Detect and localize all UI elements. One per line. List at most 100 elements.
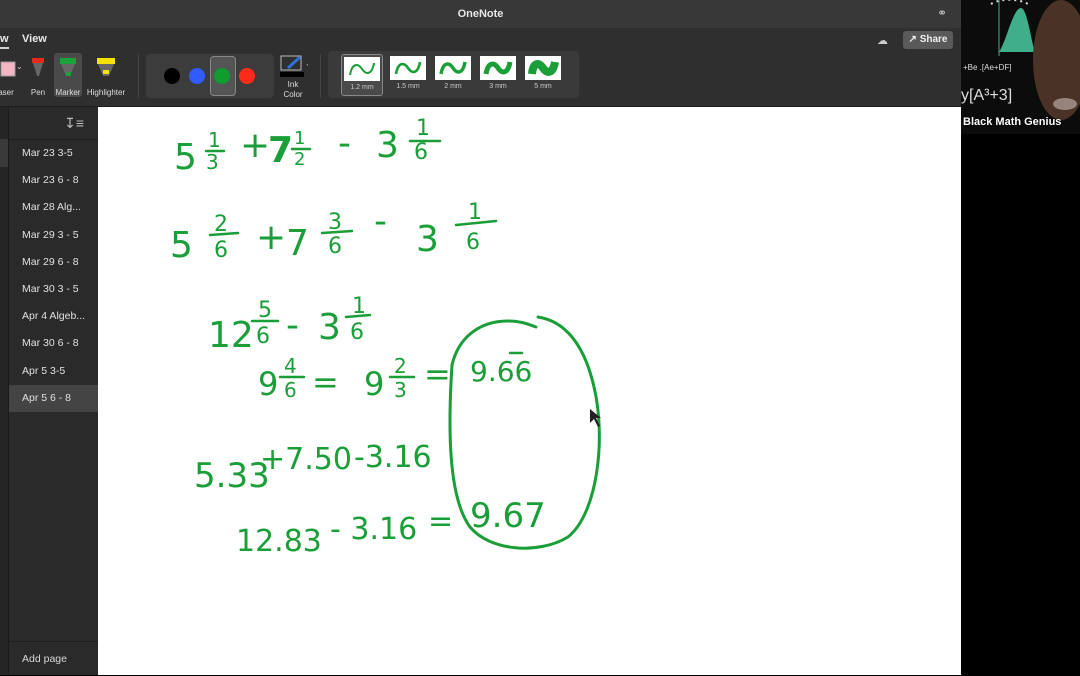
svg-text:3: 3 bbox=[394, 378, 407, 402]
thickness-3mm[interactable]: 3 mm bbox=[478, 54, 518, 94]
svg-text:1: 1 bbox=[294, 128, 305, 149]
color-palette bbox=[146, 54, 274, 98]
thickness-label: 2 mm bbox=[444, 83, 462, 90]
thickness-label: 1.2 mm bbox=[350, 84, 374, 91]
ribbon-divider bbox=[138, 54, 139, 98]
svg-text:=: = bbox=[428, 504, 453, 539]
ribbon-divider bbox=[320, 54, 321, 98]
pen-icon bbox=[32, 58, 44, 76]
svg-text:y[A³+3]: y[A³+3] bbox=[961, 87, 1012, 104]
note-canvas[interactable]: 5 1 3 + 7 1 2 - 3 1 6 5 2 6 + 7 3 6 - 3 … bbox=[98, 107, 961, 675]
ink-line-5: 5.33 +7.50 -3.16 bbox=[194, 440, 432, 496]
thickness-1-5mm[interactable]: 1.5 mm bbox=[388, 54, 428, 94]
svg-text:-: - bbox=[374, 201, 387, 242]
svg-text:12.83: 12.83 bbox=[236, 524, 322, 559]
stroke-preview-icon bbox=[483, 61, 513, 75]
selected-section[interactable] bbox=[0, 139, 8, 167]
stroke-preview-icon bbox=[394, 61, 422, 75]
color-green[interactable] bbox=[214, 68, 230, 84]
svg-text:6: 6 bbox=[328, 234, 342, 259]
tab-view[interactable]: View bbox=[22, 33, 47, 45]
add-page-button[interactable]: Add page bbox=[9, 641, 98, 675]
thickness-label: 1.5 mm bbox=[396, 83, 420, 90]
svg-text:3: 3 bbox=[416, 219, 439, 260]
svg-text:3: 3 bbox=[318, 307, 341, 348]
svg-text:3: 3 bbox=[206, 150, 219, 174]
svg-text:-: - bbox=[286, 305, 299, 346]
svg-text:5.33: 5.33 bbox=[194, 456, 270, 496]
page-item[interactable]: Apr 5 3-5 bbox=[9, 358, 98, 385]
pages-pane: ↧≡ Mar 23 3-5 Mar 23 6 - 8 Mar 28 Alg...… bbox=[9, 107, 98, 675]
svg-text:6: 6 bbox=[284, 378, 297, 402]
tab-draw[interactable]: w bbox=[0, 33, 9, 49]
thickness-label: 3 mm bbox=[489, 83, 507, 90]
svg-text:9: 9 bbox=[364, 365, 384, 403]
svg-text:9.67: 9.67 bbox=[470, 496, 546, 536]
svg-text:1: 1 bbox=[468, 200, 482, 225]
extensions-icon[interactable]: ⚭ bbox=[937, 6, 953, 22]
thickness-2mm[interactable]: 2 mm bbox=[433, 54, 473, 94]
svg-text:6: 6 bbox=[350, 320, 364, 345]
svg-text:5: 5 bbox=[174, 137, 197, 178]
highlighter-label: Highlighter bbox=[86, 88, 126, 97]
svg-text:=: = bbox=[424, 355, 451, 393]
thickness-5mm[interactable]: 5 mm bbox=[523, 54, 563, 94]
svg-text:6: 6 bbox=[214, 238, 228, 263]
svg-text:9: 9 bbox=[258, 365, 278, 403]
window-title: OneNote bbox=[457, 8, 504, 20]
thickness-panel: 1.2 mm 1.5 mm 2 mm 3 mm 5 mm bbox=[328, 51, 579, 98]
svg-text:9.66: 9.66 bbox=[470, 355, 532, 388]
marker-icon bbox=[60, 58, 76, 76]
highlighter-icon bbox=[97, 58, 115, 76]
svg-text:5: 5 bbox=[170, 225, 193, 266]
thickness-1-2mm[interactable]: 1.2 mm bbox=[341, 54, 383, 96]
sync-status-icon[interactable]: ☁ bbox=[877, 34, 888, 47]
svg-text:1: 1 bbox=[416, 116, 430, 141]
page-item[interactable]: Mar 29 6 - 8 bbox=[9, 249, 98, 276]
svg-text:=: = bbox=[312, 363, 339, 401]
svg-text:1: 1 bbox=[208, 128, 221, 152]
page-item[interactable]: Mar 23 3-5 bbox=[9, 140, 98, 167]
svg-text:6: 6 bbox=[466, 230, 480, 255]
svg-text:7: 7 bbox=[286, 223, 309, 264]
svg-text:+: + bbox=[256, 217, 286, 258]
color-red[interactable] bbox=[239, 68, 255, 84]
svg-text:5: 5 bbox=[258, 298, 272, 323]
participant-name: Black Math Genius bbox=[963, 116, 1062, 128]
page-item[interactable]: Mar 30 3 - 5 bbox=[9, 276, 98, 303]
svg-text:3: 3 bbox=[376, 125, 399, 166]
stroke-preview-icon bbox=[349, 62, 375, 76]
svg-text:+7.50: +7.50 bbox=[260, 442, 352, 477]
video-thumbnail: +Be .[Ae+DF] y[A³+3] Black Math Genius bbox=[961, 0, 1080, 134]
svg-text:+: + bbox=[240, 125, 270, 166]
share-button[interactable]: ↗ Share bbox=[903, 31, 953, 49]
svg-text:12: 12 bbox=[208, 315, 254, 356]
onenote-window: OneNote ⚭ w View ⌄ aser Pen Marker Highl… bbox=[0, 0, 961, 675]
svg-text:+Be .[Ae+DF]: +Be .[Ae+DF] bbox=[963, 63, 1011, 72]
ink-color-button[interactable]: ⌄ Ink Color bbox=[276, 54, 312, 102]
svg-text:- 3.16: - 3.16 bbox=[330, 512, 417, 547]
page-item[interactable]: Mar 28 Alg... bbox=[9, 194, 98, 221]
svg-text:⌄: ⌄ bbox=[305, 59, 308, 68]
color-blue[interactable] bbox=[189, 68, 205, 84]
svg-text:-3.16: -3.16 bbox=[354, 440, 432, 475]
stroke-preview-icon bbox=[439, 61, 467, 75]
page-item[interactable]: Mar 29 3 - 5 bbox=[9, 222, 98, 249]
page-item[interactable]: Apr 4 Algeb... bbox=[9, 303, 98, 330]
share-icon: ↗ bbox=[908, 34, 920, 45]
sort-icon[interactable]: ↧≡ bbox=[64, 115, 84, 132]
svg-text:4: 4 bbox=[284, 354, 297, 378]
thickness-label: 5 mm bbox=[534, 83, 552, 90]
svg-text:7: 7 bbox=[268, 130, 293, 171]
svg-text:2: 2 bbox=[294, 149, 305, 170]
page-item[interactable]: Mar 23 6 - 8 bbox=[9, 167, 98, 194]
page-item-selected[interactable]: Apr 5 6 - 8 bbox=[9, 384, 98, 412]
ink-line-1: 5 1 3 + 7 1 2 - 3 1 6 bbox=[174, 116, 430, 178]
page-item[interactable]: Mar 30 6 - 8 bbox=[9, 330, 98, 357]
color-black[interactable] bbox=[164, 68, 180, 84]
ink-line-2-bars bbox=[208, 219, 498, 237]
svg-text:-: - bbox=[338, 123, 351, 164]
highlighter-tool[interactable]: Highlighter bbox=[86, 53, 126, 97]
svg-text:6: 6 bbox=[256, 324, 270, 349]
ink-line-4: 9 4 6 = 9 2 3 = 9.66 bbox=[258, 354, 532, 403]
